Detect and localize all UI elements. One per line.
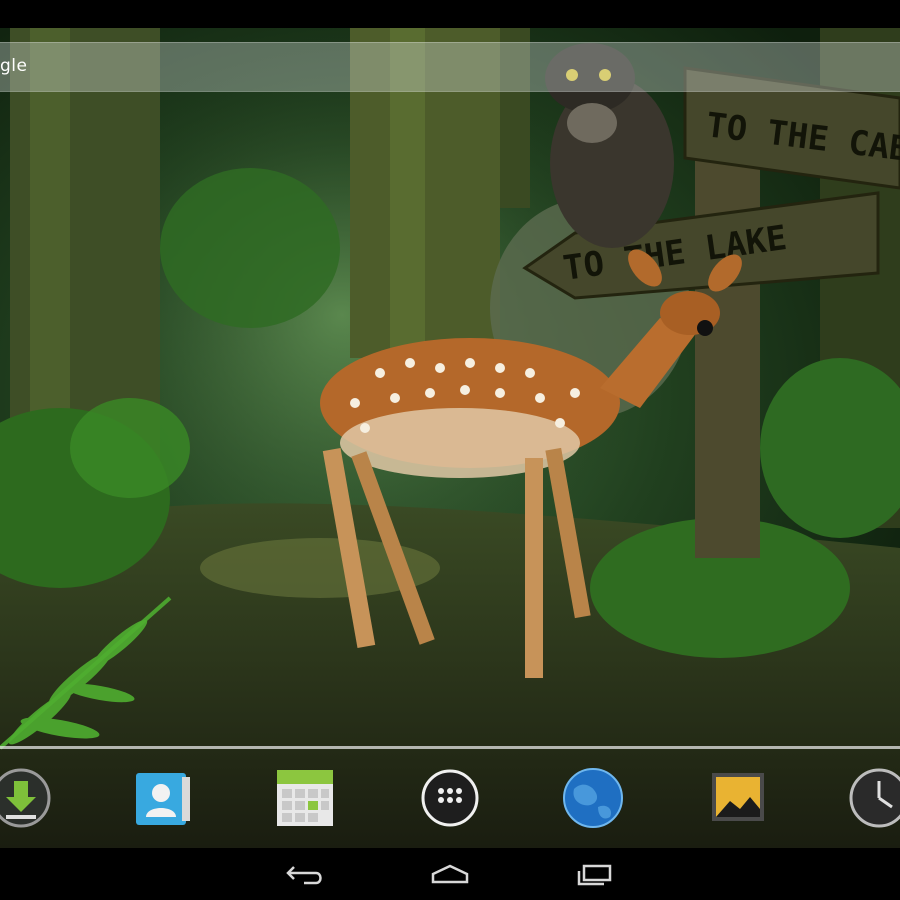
- all-apps-button[interactable]: [419, 767, 481, 829]
- calendar-icon: [277, 770, 333, 826]
- favorites-dock: [0, 749, 900, 848]
- clock-icon: [849, 768, 900, 828]
- back-button[interactable]: [280, 860, 330, 888]
- recents-icon: [577, 864, 612, 886]
- search-bar-label: gle: [0, 56, 28, 76]
- browser-app-button[interactable]: [562, 767, 624, 829]
- status-bar: [0, 0, 900, 28]
- recents-button[interactable]: [570, 860, 620, 888]
- download-icon: [0, 768, 51, 828]
- launcher-home-screen: TO THE CAB TO THE LAKE gle: [0, 0, 900, 900]
- forest-wallpaper: TO THE CAB TO THE LAKE: [0, 28, 900, 848]
- globe-icon: [563, 768, 623, 828]
- downloads-app-button[interactable]: [0, 767, 52, 829]
- calendar-app-button[interactable]: [274, 767, 336, 829]
- apps-grid-icon: [421, 769, 479, 827]
- home-icon: [431, 864, 469, 884]
- gallery-app-button[interactable]: [708, 767, 770, 829]
- clock-app-button[interactable]: [848, 767, 900, 829]
- search-bar[interactable]: gle: [0, 42, 900, 92]
- back-icon: [286, 866, 322, 885]
- gallery-icon: [712, 773, 764, 821]
- home-button[interactable]: [425, 860, 475, 888]
- navigation-bar: [0, 848, 900, 900]
- contacts-app-button[interactable]: [132, 767, 194, 829]
- contacts-icon: [136, 773, 190, 825]
- wallpaper-scene: TO THE CAB TO THE LAKE: [0, 28, 900, 848]
